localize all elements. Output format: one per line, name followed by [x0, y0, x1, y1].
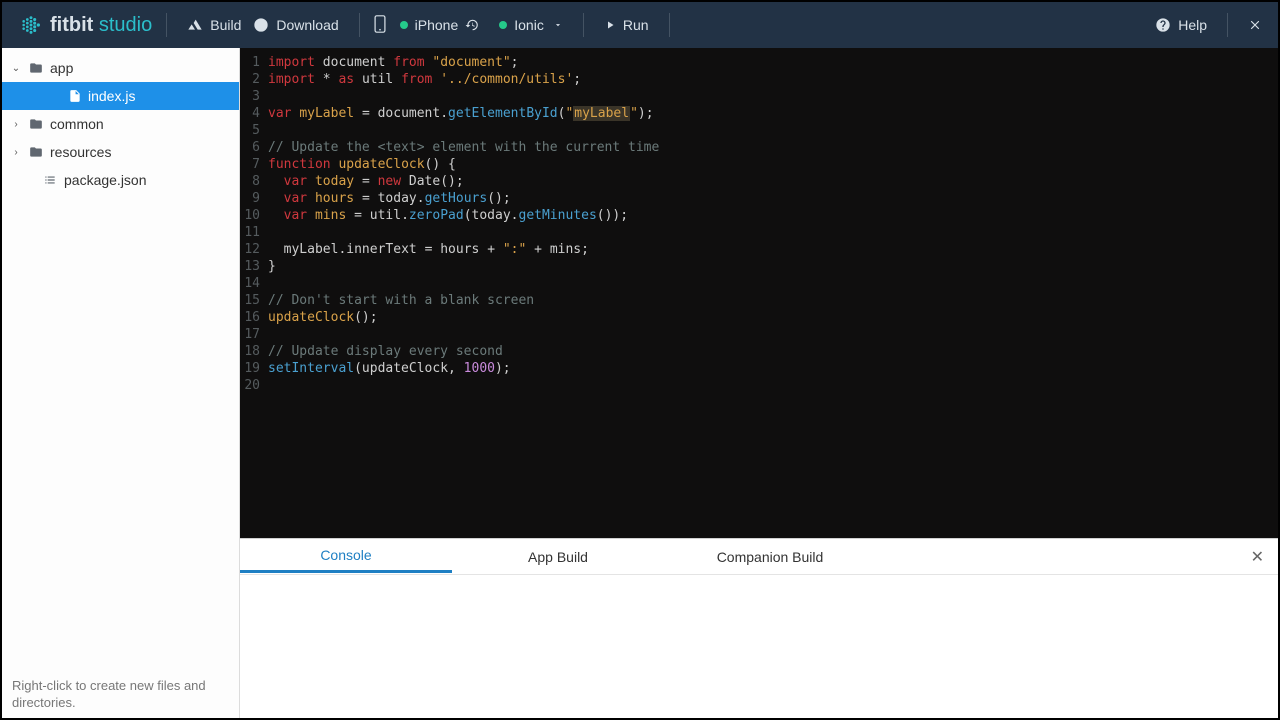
divider: [359, 13, 360, 37]
watch-select[interactable]: Ionic: [493, 13, 569, 37]
caret-icon: ⌄: [10, 63, 22, 74]
sidebar-hint: Right-click to create new files and dire…: [2, 670, 239, 718]
download-label: Download: [276, 17, 338, 33]
watch-label: Ionic: [514, 17, 544, 33]
line-gutter: 1234567891011121314151617181920: [240, 54, 268, 538]
download-icon: [253, 17, 269, 33]
chevron-down-icon: [553, 20, 563, 30]
panel-tabs: ConsoleApp BuildCompanion Build ✕: [240, 539, 1278, 575]
app-logo: fitbit studio: [20, 14, 152, 37]
close-button[interactable]: [1242, 14, 1268, 36]
tree-item-label: package.json: [64, 172, 147, 188]
play-icon: [604, 19, 616, 31]
panel-tab[interactable]: App Build: [452, 539, 664, 575]
help-button[interactable]: Help: [1149, 13, 1213, 37]
brand-sub: studio: [99, 14, 152, 36]
top-toolbar: fitbit studio Build Download iPhone Ioni…: [2, 2, 1278, 48]
brand-mark-icon: [20, 14, 42, 36]
caret-icon: ›: [10, 147, 22, 158]
status-dot-icon: [499, 21, 507, 29]
build-icon: [187, 17, 203, 33]
tree-item-label: common: [50, 116, 104, 132]
phone-icon: [374, 15, 386, 36]
phone-select[interactable]: iPhone: [394, 13, 486, 37]
file-icon: [68, 88, 82, 104]
divider: [1227, 13, 1228, 37]
file-explorer: ⌄ app index.js › common › resources package.jso…: [2, 48, 240, 718]
folder-row[interactable]: ⌄ app: [2, 54, 239, 82]
phone-label: iPhone: [415, 17, 459, 33]
code-editor[interactable]: 1234567891011121314151617181920 import d…: [240, 48, 1278, 538]
list-icon: [42, 173, 58, 187]
panel-tab[interactable]: Console: [240, 537, 452, 576]
build-button[interactable]: Build: [181, 13, 247, 37]
build-label: Build: [210, 17, 241, 33]
divider: [583, 13, 584, 37]
folder-icon: [28, 117, 44, 131]
folder-icon: [28, 145, 44, 159]
bottom-panel: ConsoleApp BuildCompanion Build ✕: [240, 538, 1278, 718]
help-label: Help: [1178, 17, 1207, 33]
close-icon: [1248, 18, 1262, 32]
tree-item-label: app: [50, 60, 73, 76]
caret-icon: ›: [10, 119, 22, 130]
panel-body: [240, 575, 1278, 718]
status-dot-icon: [400, 21, 408, 29]
code-content: import document from "document";import *…: [268, 54, 659, 538]
folder-row[interactable]: › common: [2, 110, 239, 138]
folder-row[interactable]: › resources: [2, 138, 239, 166]
history-icon: [465, 18, 479, 32]
help-icon: [1155, 17, 1171, 33]
panel-tab[interactable]: Companion Build: [664, 539, 876, 575]
tree-item-label: resources: [50, 144, 111, 160]
divider: [669, 13, 670, 37]
tree-item-label: index.js: [88, 88, 135, 104]
panel-close-button[interactable]: ✕: [1237, 547, 1278, 567]
file-row[interactable]: package.json: [2, 166, 239, 194]
run-label: Run: [623, 17, 649, 33]
divider: [166, 13, 167, 37]
run-button[interactable]: Run: [598, 13, 655, 37]
brand-name: fitbit: [50, 14, 93, 36]
folder-icon: [28, 61, 44, 75]
download-button[interactable]: Download: [247, 13, 344, 37]
file-row[interactable]: index.js: [2, 82, 239, 110]
